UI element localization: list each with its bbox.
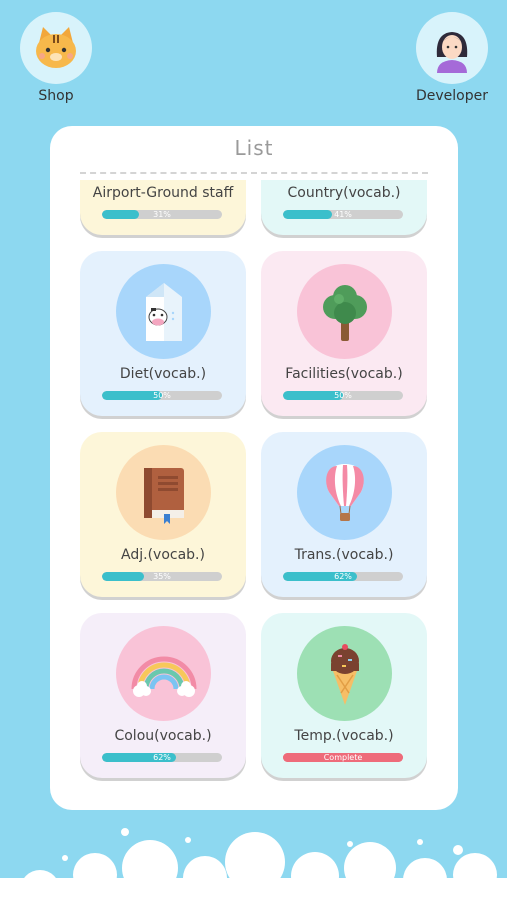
card-diet[interactable]: Diet(vocab.) 50% — [80, 251, 246, 416]
card-title: Temp.(vocab.) — [294, 728, 394, 744]
card-trans[interactable]: Trans.(vocab.) 62% — [261, 432, 427, 597]
card-adj[interactable]: Adj.(vocab.) 35% — [80, 432, 246, 597]
developer-label: Developer — [416, 88, 489, 104]
card-title: Airport-Ground staff — [92, 185, 234, 201]
panel-title: List — [234, 136, 274, 160]
cat-icon — [20, 12, 92, 84]
card-list[interactable]: Airport-Ground staff 31% Country(vocab.)… — [50, 180, 458, 790]
shop-label: Shop — [38, 88, 74, 104]
progress-bar: 62% — [102, 753, 222, 762]
card-colour[interactable]: Colou(vocab.) 62% — [80, 613, 246, 778]
progress-bar: 50% — [102, 391, 222, 400]
card-title: Colou(vocab.) — [114, 728, 212, 744]
shop-button[interactable]: Shop — [20, 12, 92, 104]
tree-icon — [297, 264, 392, 359]
card-title: Trans.(vocab.) — [294, 547, 394, 563]
divider — [80, 172, 428, 174]
developer-button[interactable]: Developer — [416, 12, 488, 104]
progress-bar: 41% — [283, 210, 403, 219]
girl-avatar-icon — [416, 12, 488, 84]
hot-air-balloon-icon — [297, 445, 392, 540]
progress-bar: 31% — [102, 210, 222, 219]
progress-bar: Complete — [283, 753, 403, 762]
card-title: Diet(vocab.) — [119, 366, 207, 382]
progress-bar: 50% — [283, 391, 403, 400]
card-facilities[interactable]: Facilities(vocab.) 50% — [261, 251, 427, 416]
rainbow-icon — [116, 626, 211, 721]
card-airport[interactable]: Airport-Ground staff 31% — [80, 180, 246, 235]
progress-bar: 62% — [283, 572, 403, 581]
card-country[interactable]: Country(vocab.) 41% — [261, 180, 427, 235]
milk-carton-icon — [116, 264, 211, 359]
book-icon — [116, 445, 211, 540]
progress-bar: 35% — [102, 572, 222, 581]
clouds-decoration — [0, 828, 507, 900]
ice-cream-icon — [297, 626, 392, 721]
card-title: Facilities(vocab.) — [285, 366, 403, 382]
card-title: Country(vocab.) — [287, 185, 401, 201]
list-panel: List Airport-Ground staff 31% Country(vo… — [50, 126, 458, 810]
card-temp[interactable]: Temp.(vocab.) Complete — [261, 613, 427, 778]
card-title: Adj.(vocab.) — [121, 547, 205, 563]
